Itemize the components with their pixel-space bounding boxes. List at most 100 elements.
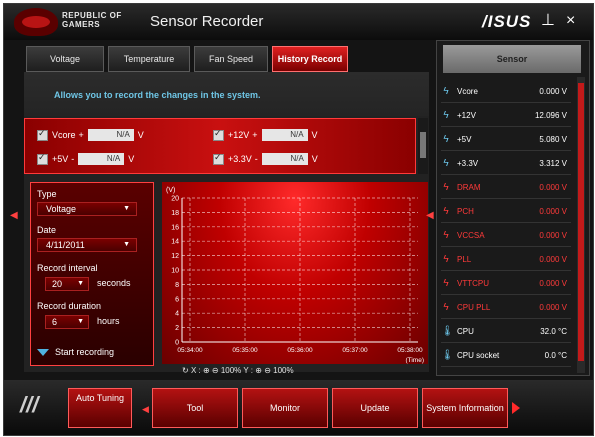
sensor-value: 0.000 V bbox=[539, 207, 567, 216]
y-tick-label: 12 bbox=[171, 253, 179, 260]
y-tick-label: 2 bbox=[175, 325, 179, 332]
tool-button[interactable]: Tool bbox=[152, 388, 238, 428]
chevron-down-icon: ▼ bbox=[123, 241, 130, 248]
start-recording-button[interactable]: Start recording bbox=[37, 347, 114, 357]
checkbox[interactable] bbox=[37, 152, 48, 165]
close-button[interactable]: × bbox=[566, 13, 575, 29]
auto-tuning-button[interactable]: Auto Tuning bbox=[68, 388, 132, 428]
tab-history-record[interactable]: History Record bbox=[272, 46, 348, 72]
x-tick-label: 05:37:00 bbox=[342, 347, 368, 354]
duration-label: Record duration bbox=[37, 301, 102, 311]
y-tick-label: 18 bbox=[171, 210, 179, 217]
duration-select[interactable]: 6 ▼ bbox=[45, 315, 89, 329]
bolt-icon: ϟ bbox=[443, 110, 449, 121]
minimize-button[interactable]: ⊥ bbox=[541, 13, 555, 29]
asus-logo: /ISUS bbox=[482, 12, 532, 31]
voltage-item-3v3[interactable]: +3.3V - N/A V bbox=[213, 152, 318, 165]
bolt-icon: ϟ bbox=[443, 254, 449, 265]
thermometer-icon: 🌡 bbox=[441, 350, 454, 361]
checkbox[interactable] bbox=[213, 128, 224, 141]
sensor-name: VTTCPU bbox=[457, 279, 489, 288]
rog-logo bbox=[14, 8, 58, 36]
sensor-value: 0.000 V bbox=[539, 303, 567, 312]
zoom-in-icon[interactable]: ⊕ bbox=[255, 366, 262, 375]
sensor-name: CPU socket bbox=[457, 351, 500, 360]
checkbox[interactable] bbox=[213, 152, 224, 165]
tab-voltage[interactable]: Voltage bbox=[26, 46, 104, 72]
chevron-down-icon: ▼ bbox=[77, 318, 84, 325]
type-value: Voltage bbox=[46, 204, 77, 214]
x-zoom-value: 100% bbox=[220, 366, 242, 375]
system-information-button[interactable]: System Information bbox=[422, 388, 508, 428]
plus-icon: + bbox=[78, 130, 84, 140]
monitor-button[interactable]: Monitor bbox=[242, 388, 328, 428]
left-arrow-icon[interactable]: ◀ bbox=[142, 404, 149, 415]
interval-value: 20 bbox=[52, 279, 63, 289]
interval-select[interactable]: 20 ▼ bbox=[45, 277, 89, 291]
x-tick-label: 05:36:00 bbox=[287, 347, 313, 354]
right-arrow-icon[interactable] bbox=[512, 402, 520, 414]
interval-label: Record interval bbox=[37, 263, 98, 273]
chevron-down-icon: ▼ bbox=[123, 205, 130, 212]
y-tick-label: 4 bbox=[175, 311, 179, 318]
x-zoom-label: X : bbox=[190, 366, 201, 375]
y-zoom-value: 100% bbox=[273, 366, 294, 375]
checkbox[interactable] bbox=[37, 128, 48, 141]
history-chart[interactable]: (V) 0 2 4 6 8 10 12 14 16 18 20 05:34:00 05:35:00 05:3… bbox=[162, 182, 428, 364]
x-axis-label: (Time) bbox=[405, 357, 424, 364]
zoom-out-icon[interactable]: ⊖ bbox=[264, 366, 271, 375]
sensor-row: 🌡 CPU socket 0.0 °C bbox=[441, 345, 571, 367]
voltage-value: N/A bbox=[87, 129, 134, 141]
sensor-row: ϟ CPU PLL 0.000 V bbox=[441, 297, 571, 319]
voltage-value: N/A bbox=[261, 153, 308, 165]
plus-icon: + bbox=[252, 130, 258, 140]
type-select[interactable]: Voltage ▼ bbox=[37, 202, 137, 216]
y-tick-label: 14 bbox=[171, 239, 179, 246]
sensor-value: 5.080 V bbox=[539, 135, 567, 144]
brand-text: REPUBLIC OF GAMERS bbox=[62, 11, 142, 29]
y-axis-label: (V) bbox=[166, 187, 175, 194]
sensor-value: 0.000 V bbox=[539, 183, 567, 192]
sensor-name: +3.3V bbox=[457, 159, 479, 168]
bolt-icon: ϟ bbox=[443, 182, 449, 193]
bolt-icon: ϟ bbox=[443, 86, 449, 97]
voltage-scrollbar[interactable] bbox=[418, 118, 428, 174]
refresh-icon[interactable]: ↻ bbox=[182, 366, 189, 375]
record-settings: Type Voltage ▼ Date 4/11/2011 ▼ Record int… bbox=[30, 182, 154, 366]
scroll-thumb[interactable] bbox=[420, 132, 426, 158]
voltage-item-vcore[interactable]: Vcore + N/A V bbox=[37, 128, 144, 141]
x-tick-label: 05:34:00 bbox=[177, 347, 203, 354]
voltage-label: Vcore bbox=[52, 130, 76, 140]
sensor-header: Sensor bbox=[443, 45, 581, 73]
tab-fan-speed[interactable]: Fan Speed bbox=[194, 46, 268, 72]
zoom-out-icon[interactable]: ⊖ bbox=[212, 366, 219, 375]
bolt-icon: ϟ bbox=[443, 158, 449, 169]
sensor-name: DRAM bbox=[457, 183, 481, 192]
tab-temperature[interactable]: Temperature bbox=[108, 46, 190, 72]
y-tick-label: 20 bbox=[171, 196, 179, 203]
bolt-icon: ϟ bbox=[443, 278, 449, 289]
sensor-name: +12V bbox=[457, 111, 476, 120]
sensor-row: ϟ Vcore 0.000 V bbox=[441, 81, 571, 103]
update-button[interactable]: Update bbox=[332, 388, 418, 428]
left-arrow-icon[interactable]: ◀ bbox=[426, 210, 434, 221]
sensor-recorder-window: REPUBLIC OF GAMERS Sensor Recorder /ISUS… bbox=[3, 3, 594, 436]
voltage-unit: V bbox=[311, 130, 318, 140]
voltage-item-5v[interactable]: +5V - N/A V bbox=[37, 152, 134, 165]
brand-line2: GAMERS bbox=[62, 20, 101, 29]
sensor-scrollbar[interactable] bbox=[577, 77, 585, 373]
sensor-row: ϟ +12V 12.096 V bbox=[441, 105, 571, 127]
voltage-unit: V bbox=[311, 154, 318, 164]
left-arrow-icon[interactable]: ◀ bbox=[10, 210, 18, 221]
zoom-in-icon[interactable]: ⊕ bbox=[203, 366, 210, 375]
scroll-thumb[interactable] bbox=[578, 83, 584, 361]
record-arrow-icon bbox=[37, 348, 49, 356]
sensor-value: 0.000 V bbox=[539, 231, 567, 240]
title-bar[interactable]: REPUBLIC OF GAMERS Sensor Recorder /ISUS… bbox=[4, 4, 593, 40]
start-recording-label: Start recording bbox=[55, 347, 115, 357]
sensor-row: ϟ PLL 0.000 V bbox=[441, 249, 571, 271]
date-select[interactable]: 4/11/2011 ▼ bbox=[37, 238, 137, 252]
voltage-label: +3.3V bbox=[228, 154, 252, 164]
voltage-item-12v[interactable]: +12V + N/A V bbox=[213, 128, 318, 141]
sensor-panel: Sensor ϟ Vcore 0.000 V ϟ +12V 12.096 V ϟ +5V 5.0… bbox=[436, 40, 590, 376]
